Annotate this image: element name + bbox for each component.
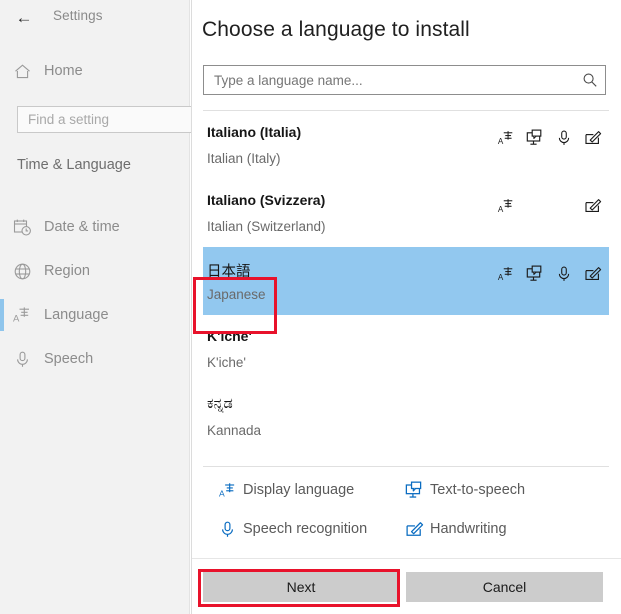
microphone-icon [211,520,243,539]
sidebar-item-speech-label: Speech [44,351,93,367]
language-search-input[interactable]: Type a language name... [203,65,606,95]
microphone-icon [0,350,44,369]
capability-legend: A Display language [203,473,609,555]
handwriting-pen-icon [582,127,604,149]
text-to-speech-icon [524,263,546,285]
capability-icons: A [495,195,605,217]
legend-label: Handwriting [430,521,507,537]
text-to-speech-icon [398,481,430,500]
display-language-icon: A [0,305,44,325]
language-native-name: K'iche' [207,328,252,344]
legend-speech-recognition: Speech recognition [211,512,367,546]
home-icon [0,63,44,80]
language-native-name: Italiano (Italia) [207,124,301,140]
sidebar-item-speech[interactable]: Speech [0,337,190,381]
svg-text:A: A [498,137,504,146]
legend-label: Speech recognition [243,521,367,537]
choose-language-dialog: Choose a language to install Type a lang… [191,0,621,614]
legend-text-to-speech: Text-to-speech [398,473,525,507]
microphone-icon [553,263,575,285]
legend-display-language: A Display language [211,473,354,507]
sidebar-item-date-time-label: Date & time [44,219,120,235]
list-item[interactable]: ಕನ್ನಡ Kannada [203,383,609,451]
sidebar-nav-list: Date & time Region A [0,205,190,381]
svg-text:A: A [498,273,504,282]
search-icon[interactable] [575,72,605,88]
sidebar-item-home-label: Home [44,63,83,79]
list-item[interactable]: Italiano (Svizzera) Italian (Switzerland… [203,179,609,247]
sidebar-search-placeholder: Find a setting [18,112,109,127]
list-item[interactable]: K'iche' K'iche' [203,315,609,383]
calendar-clock-icon [0,218,44,237]
sidebar-item-region-label: Region [44,263,90,279]
language-list-inner: Svizzera Italiano (Italia) Italian (Ital… [203,110,609,451]
handwriting-pen-icon [398,520,430,539]
capability-icons: A [495,127,605,149]
legend-handwriting: Handwriting [398,512,507,546]
globe-icon [0,262,44,281]
sidebar-item-region[interactable]: Region [0,249,190,293]
display-language-icon: A [211,481,243,500]
svg-text:A: A [498,205,504,214]
sidebar-search-input[interactable]: Find a setting [17,106,200,133]
language-english-name: Kannada [207,423,261,438]
cancel-button[interactable]: Cancel [406,572,603,602]
app-title: Settings [53,8,103,23]
sidebar-item-language-label: Language [44,307,109,323]
sidebar-section-title: Time & Language [17,157,131,173]
text-to-speech-icon [524,127,546,149]
handwriting-pen-icon [582,263,604,285]
language-english-name: K'iche' [207,355,246,370]
back-arrow-icon[interactable]: ← [12,7,36,29]
settings-sidebar: ← Settings Home Find a setting Time & La… [0,0,190,614]
sidebar-item-home[interactable]: Home [0,54,190,88]
svg-text:A: A [13,314,20,325]
language-english-name: Japanese [207,287,266,302]
sidebar-titlebar: ← Settings [0,0,190,36]
legend-label: Text-to-speech [430,482,525,498]
language-native-name: Italiano (Svizzera) [207,192,325,208]
dialog-footer: Next Cancel [192,558,621,614]
capability-icons: A [495,263,605,285]
language-search-placeholder: Type a language name... [204,73,575,88]
microphone-icon [553,127,575,149]
display-language-icon: A [495,195,517,217]
settings-window: ← Settings Home Find a setting Time & La… [0,0,621,614]
next-button[interactable]: Next [203,572,399,602]
sidebar-item-language[interactable]: A Language [0,293,190,337]
language-native-name: 日本語 [207,260,251,281]
display-language-icon: A [495,127,517,149]
list-item[interactable]: Italiano (Italia) Italian (Italy) A [203,111,609,179]
svg-text:A: A [218,488,224,498]
list-item-selected[interactable]: 日本語 Japanese A [203,247,609,315]
language-english-name: Italian (Italy) [207,151,281,166]
handwriting-pen-icon [582,195,604,217]
language-english-name: Italian (Switzerland) [207,219,326,234]
sidebar-item-date-time[interactable]: Date & time [0,205,190,249]
language-native-name: ಕನ್ನಡ [207,396,233,412]
display-language-icon: A [495,263,517,285]
legend-label: Display language [243,482,354,498]
dialog-title: Choose a language to install [202,18,470,42]
language-list[interactable]: Svizzera Italiano (Italia) Italian (Ital… [203,110,609,467]
selection-indicator [0,299,4,331]
